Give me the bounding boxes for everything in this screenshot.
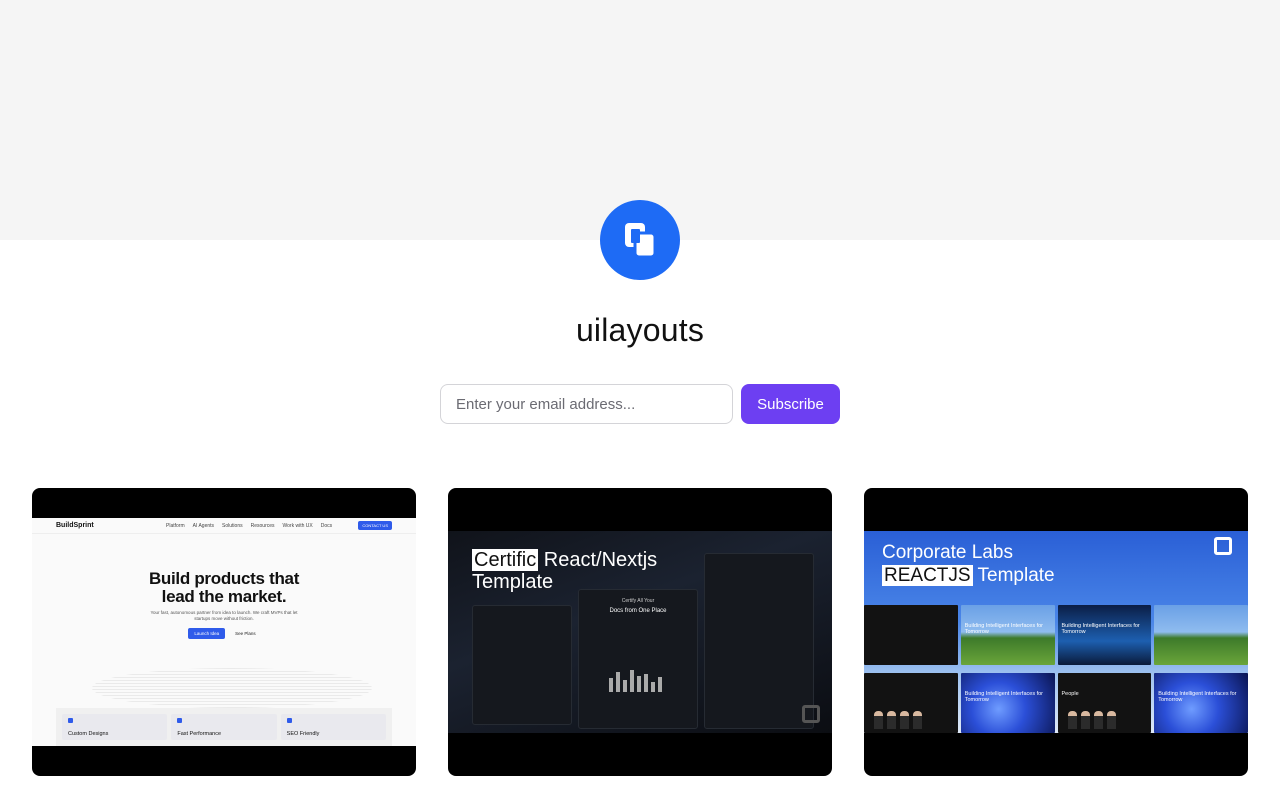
preview-tile bbox=[864, 673, 958, 733]
email-field[interactable] bbox=[440, 384, 733, 424]
subscribe-button[interactable]: Subscribe bbox=[741, 384, 840, 424]
preview-logo: BuildSprint bbox=[56, 522, 94, 529]
preview-paragraph: Your fast, autonomous partner from idea … bbox=[150, 610, 298, 621]
preview-tile: Building Intelligent Interfaces for Tomo… bbox=[960, 605, 1055, 665]
preview-pill bbox=[189, 556, 259, 564]
logo-icon bbox=[802, 705, 820, 723]
template-card-buildsprint[interactable]: BuildSprint Platform AI Agents Solutions… bbox=[32, 488, 416, 776]
grid-icon bbox=[286, 718, 292, 723]
preview-nav: BuildSprint Platform AI Agents Solutions… bbox=[32, 518, 416, 534]
template-card-certific[interactable]: Certific React/Nextjs Template Certify A… bbox=[448, 488, 832, 776]
preview-panel bbox=[704, 553, 814, 729]
preview-primary-button: Launch Idea bbox=[188, 628, 226, 639]
preview-nav-link: Solutions bbox=[222, 522, 243, 529]
preview-nav-link: Work with UX bbox=[282, 522, 313, 529]
preview-title: Corporate Labs REACTJS Template bbox=[882, 542, 1055, 586]
preview-nav-link: AI Agents bbox=[192, 522, 215, 529]
preview-panel bbox=[472, 605, 572, 725]
card-preview: Corporate Labs REACTJS Template Building… bbox=[864, 531, 1248, 733]
preview-nav-link: Platform bbox=[166, 522, 185, 529]
grid-icon bbox=[68, 718, 73, 723]
preview-tile: Building Intelligent Interfaces for Tomo… bbox=[960, 673, 1055, 733]
preview-tile-row: Building Intelligent Interfaces for Tomo… bbox=[864, 673, 1248, 733]
people-graphic bbox=[1067, 711, 1116, 729]
preview-cta: CONTACT US bbox=[358, 521, 392, 530]
preview-features: Custom Designs Fast Performance SEO Frie… bbox=[56, 708, 392, 746]
preview-tile: People bbox=[1057, 673, 1152, 733]
avatar[interactable] bbox=[600, 200, 680, 280]
preview-tile bbox=[864, 605, 958, 665]
copy-squares-icon bbox=[625, 223, 657, 259]
preview-panel: Certify All Your Docs from One Place bbox=[578, 589, 698, 729]
preview-nav-link: Resources bbox=[250, 522, 275, 529]
feature-card: Fast Performance bbox=[171, 714, 277, 740]
preview-bar-chart bbox=[609, 670, 662, 692]
preview-nav-link: Docs bbox=[320, 522, 333, 529]
preview-wave-graphic bbox=[92, 668, 372, 708]
template-card-corporate-labs[interactable]: Corporate Labs REACTJS Template Building… bbox=[864, 488, 1248, 776]
subscribe-form: Subscribe bbox=[440, 384, 840, 424]
feature-card: Custom Designs bbox=[62, 714, 168, 740]
people-graphic bbox=[874, 711, 922, 729]
card-preview: Certific React/Nextjs Template Certify A… bbox=[448, 531, 832, 733]
bolt-icon bbox=[177, 718, 183, 723]
preview-secondary-button: See Plans bbox=[235, 631, 256, 636]
feature-card: SEO Friendly bbox=[280, 714, 386, 740]
logo-icon bbox=[1214, 537, 1232, 555]
preview-tile bbox=[1154, 605, 1248, 665]
preview-tile-row: Building Intelligent Interfaces for Tomo… bbox=[864, 605, 1248, 665]
page-title: uilayouts bbox=[575, 312, 705, 348]
preview-title: Certific React/Nextjs Template bbox=[472, 549, 658, 593]
preview-tile: Building Intelligent Interfaces for Tomo… bbox=[1154, 673, 1248, 733]
preview-headline: Build products that lead the market. bbox=[148, 569, 300, 606]
card-preview: BuildSprint Platform AI Agents Solutions… bbox=[32, 518, 416, 746]
preview-tile: Building Intelligent Interfaces for Tomo… bbox=[1057, 605, 1152, 665]
